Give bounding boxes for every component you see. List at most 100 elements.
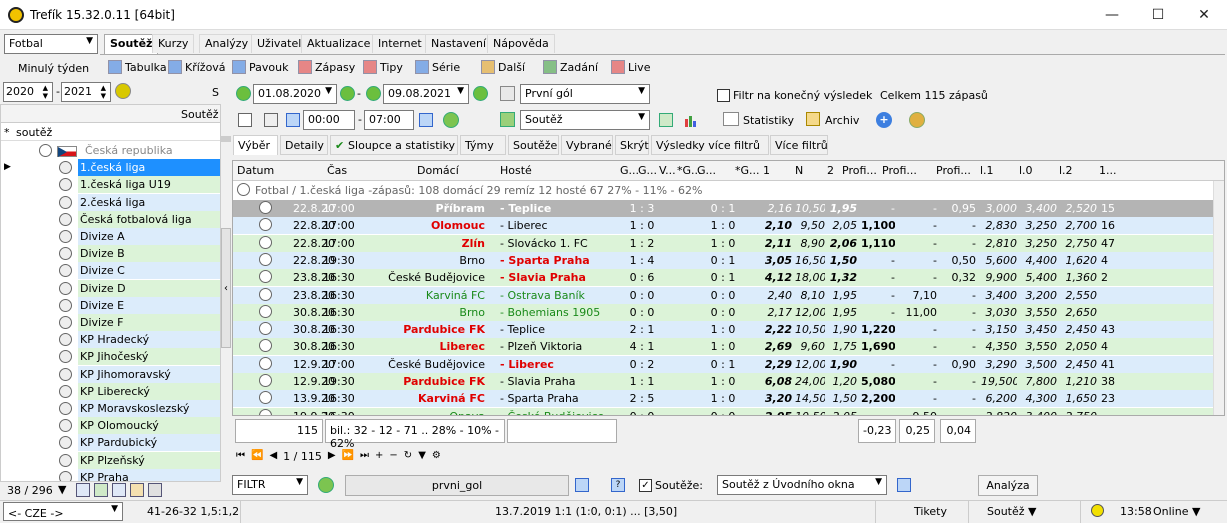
- menu-tab[interactable]: Soutěž: [104, 34, 159, 55]
- row-toggle-icon[interactable]: [59, 247, 72, 261]
- collapse-splitter[interactable]: ‹: [221, 228, 231, 348]
- date-next-icon[interactable]: [340, 86, 355, 101]
- nav-next-icon[interactable]: ▶: [328, 450, 336, 463]
- toolbar-button[interactable]: Další: [481, 58, 525, 76]
- help-icon[interactable]: ?: [611, 478, 625, 492]
- subtab[interactable]: Skrýt: [615, 135, 649, 155]
- nav-prev-page-icon[interactable]: ⏪: [251, 450, 263, 463]
- row-toggle-icon[interactable]: [259, 252, 272, 266]
- statistics-icon[interactable]: [723, 112, 739, 126]
- menu-tab[interactable]: Nastavení: [425, 34, 493, 53]
- row-toggle-icon[interactable]: [59, 264, 72, 278]
- column-header[interactable]: 2: [827, 164, 834, 177]
- date2-prev-icon[interactable]: [366, 86, 381, 101]
- table-row[interactable]: 22.8.20 19:30 Brno - Sparta Praha 1 : 40 : 1…: [233, 251, 1224, 269]
- export-icon[interactable]: [659, 113, 673, 127]
- tree-item[interactable]: KP Moravskoslezský: [1, 400, 220, 417]
- row-toggle-icon[interactable]: [259, 391, 272, 405]
- competition-select[interactable]: Soutěž ▼: [520, 110, 650, 130]
- tree-item[interactable]: Divize B: [1, 245, 220, 263]
- row-toggle-icon[interactable]: [259, 287, 272, 301]
- column-header[interactable]: Domácí: [417, 164, 459, 177]
- table-icon[interactable]: [76, 483, 90, 497]
- tree-item[interactable]: Divize D: [1, 279, 220, 297]
- row-toggle-icon[interactable]: [59, 281, 72, 295]
- table-row[interactable]: 19.9.2016:30Opava- České Budějovice0 : 0…: [233, 407, 1224, 415]
- subtab[interactable]: Detaily: [280, 135, 328, 155]
- table-row[interactable]: 12.9.20 17:00 České Budějovice - Liberec 0 :…: [233, 355, 1224, 373]
- filtr-select[interactable]: FILTR ▼: [232, 475, 308, 495]
- country-select[interactable]: <- CZE -> ▼: [3, 502, 123, 521]
- row-toggle-icon[interactable]: [259, 270, 272, 284]
- row-toggle-icon[interactable]: [259, 235, 272, 249]
- grid-scrollbar[interactable]: [1213, 181, 1224, 415]
- soutez-menu[interactable]: Soutěž ▼: [987, 505, 1037, 518]
- row-toggle-icon[interactable]: [59, 195, 72, 209]
- competitions-checkbox[interactable]: ✓: [639, 479, 652, 492]
- table-row[interactable]: 22.8.20 17:00 Zlín - Slovácko 1. FC 1 : 21 :…: [233, 234, 1224, 252]
- final-result-checkbox[interactable]: [717, 89, 730, 102]
- row-toggle-icon[interactable]: [59, 384, 72, 398]
- competition-tree[interactable]: Soutěž * soutěž Česká republika 1.česká li…: [0, 104, 221, 482]
- subtab[interactable]: ✔ Sloupce a statistiky: [330, 135, 458, 155]
- competition-source-select[interactable]: Soutěž z Úvodního okna ▼: [717, 475, 887, 495]
- row-toggle-icon[interactable]: [259, 218, 272, 232]
- archive-icon[interactable]: [806, 112, 820, 126]
- chart-icon[interactable]: [684, 113, 698, 127]
- tree-item[interactable]: Česká fotbalová liga: [1, 210, 220, 228]
- subtab[interactable]: Výsledky více filtrů: [651, 135, 769, 155]
- menu-tab[interactable]: Analýzy: [199, 34, 255, 53]
- menu-tab[interactable]: Uživatel: [251, 34, 308, 53]
- table-row[interactable]: 23.8.20 16:30 Karviná FC - Ostrava Baník 0 :…: [233, 286, 1224, 304]
- row-toggle-icon[interactable]: [59, 419, 72, 433]
- add-icon[interactable]: [94, 483, 108, 497]
- row-toggle-icon[interactable]: [59, 436, 72, 450]
- table-row[interactable]: 22.8.20 17:00 Olomouc - Liberec 1 : 01 : 0 2,…: [233, 217, 1224, 235]
- subtab[interactable]: Více filtrů: [770, 135, 828, 155]
- last-week-button[interactable]: Minulý týden: [18, 62, 89, 75]
- toolbar-button[interactable]: Zadání: [543, 58, 598, 76]
- row-toggle-icon[interactable]: [59, 367, 72, 381]
- apply-icon[interactable]: [443, 112, 459, 128]
- nav-next-page-icon[interactable]: ⏩: [342, 450, 354, 463]
- column-header[interactable]: l.0: [1019, 164, 1033, 177]
- row-toggle-icon[interactable]: [59, 161, 72, 175]
- add-filter-icon[interactable]: +: [876, 112, 892, 128]
- column-header[interactable]: V...: [659, 164, 676, 177]
- nav-refresh-icon[interactable]: ↻: [404, 450, 412, 463]
- tikety-button[interactable]: Tikety: [914, 505, 947, 518]
- toolbar-button[interactable]: Křížová: [168, 58, 226, 76]
- subtab[interactable]: Soutěže: [508, 135, 559, 155]
- edit-icon[interactable]: [130, 483, 144, 497]
- nav-first-icon[interactable]: ⏮: [236, 450, 245, 463]
- filter-ok-icon[interactable]: [318, 477, 334, 493]
- tree-item[interactable]: KP Jihočeský: [1, 348, 220, 366]
- tree-filter[interactable]: soutěž: [16, 126, 52, 139]
- load-filter-icon[interactable]: [575, 478, 589, 492]
- time-from-input[interactable]: 00:00: [303, 110, 355, 130]
- column-header[interactable]: G...: [638, 164, 657, 177]
- row-toggle-icon[interactable]: [59, 402, 72, 415]
- tree-item[interactable]: KP Liberecký: [1, 382, 220, 400]
- nav-prev-icon[interactable]: ◀: [269, 450, 277, 463]
- table-row[interactable]: 12.9.20 19:30 Pardubice FK - Slavia Praha 1 …: [233, 373, 1224, 390]
- filter-name-field[interactable]: prvni_gol: [345, 475, 569, 496]
- row-toggle-icon[interactable]: [59, 333, 72, 347]
- column-header[interactable]: G...: [620, 164, 639, 177]
- coins-icon[interactable]: [909, 112, 925, 128]
- table-row[interactable]: 30.8.20 16:30 Pardubice FK - Teplice 2 : 11 …: [233, 321, 1224, 339]
- tree-item[interactable]: 1.česká liga U19: [1, 176, 220, 194]
- maximize-button[interactable]: ☐: [1135, 0, 1181, 30]
- online-menu[interactable]: Online ▼: [1153, 505, 1200, 518]
- comp-source-icon[interactable]: [897, 478, 911, 492]
- last-icon[interactable]: [419, 113, 433, 127]
- tree-item[interactable]: Divize C: [1, 262, 220, 280]
- row-toggle-icon[interactable]: [59, 470, 72, 481]
- row-toggle-icon[interactable]: [59, 350, 72, 364]
- date-from-input[interactable]: 01.08.2020 ▼: [253, 84, 337, 104]
- sport-select[interactable]: Fotbal ▼: [4, 34, 98, 54]
- year-from-input[interactable]: 2020 ▲ ▼: [3, 82, 53, 102]
- close-button[interactable]: ✕: [1181, 0, 1227, 30]
- minimize-button[interactable]: —: [1089, 0, 1135, 30]
- year-to-input[interactable]: 2021 ▲ ▼: [61, 82, 111, 102]
